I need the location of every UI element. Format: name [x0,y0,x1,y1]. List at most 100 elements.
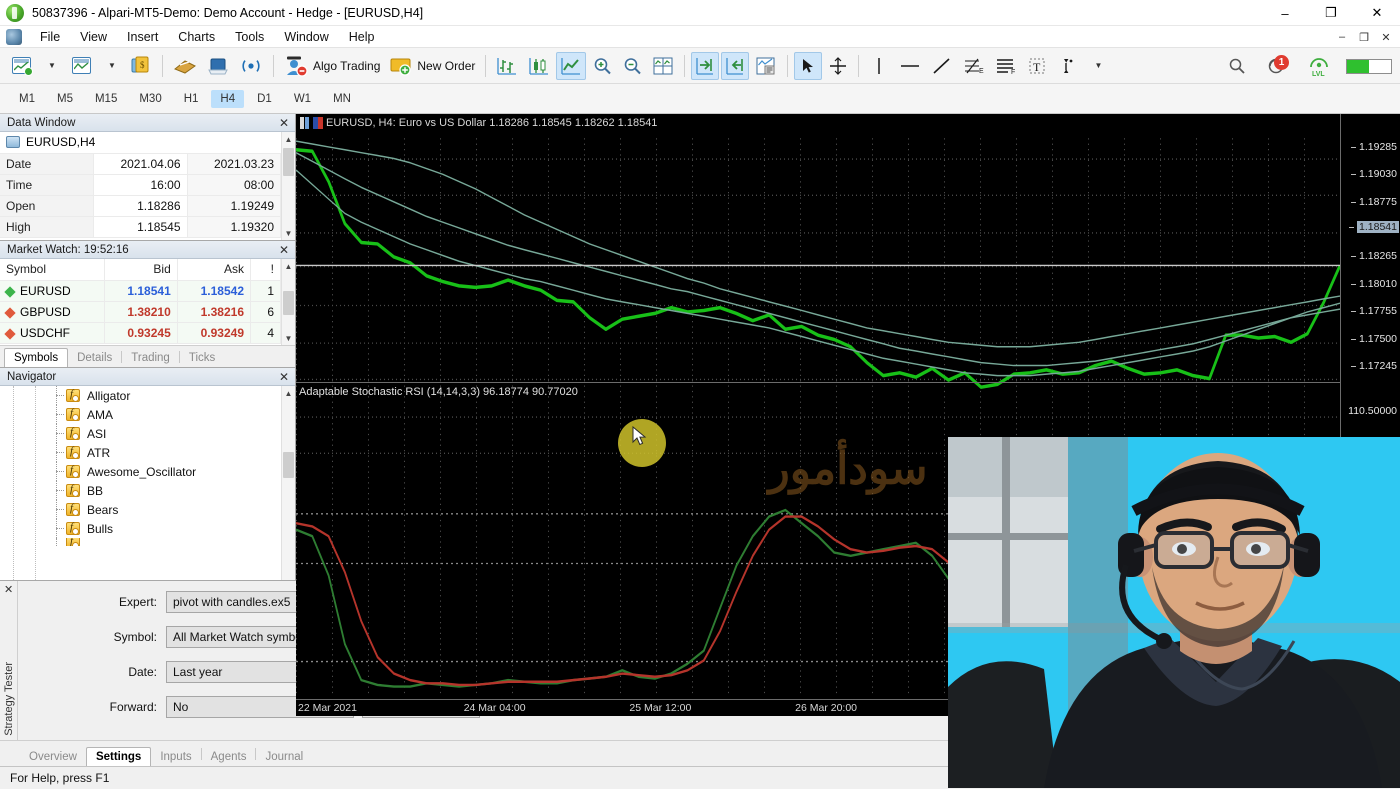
table-row[interactable]: GBPUSD 1.38210 1.38216 6 [0,301,281,323]
tile-windows-button[interactable] [648,52,678,80]
indicators-button[interactable] [751,52,781,80]
menu-item-charts[interactable]: Charts [168,28,225,46]
navigator-item-partial[interactable] [0,538,281,546]
scroll-down-icon[interactable]: ▼ [282,226,295,240]
market-button[interactable] [169,52,201,80]
vertical-line-button[interactable] [865,52,893,80]
scrollbar-thumb[interactable] [283,148,294,176]
cursor-button[interactable] [794,51,823,80]
navigator-item-awesome-oscillator[interactable]: Awesome_Oscillator [0,462,281,481]
timeframe-m1[interactable]: M1 [10,90,44,108]
table-row[interactable]: EURUSD 1.18541 1.18542 1 [0,280,281,302]
timeframe-m30[interactable]: M30 [130,90,170,108]
open-chart-button[interactable] [67,52,95,80]
profiles-button[interactable]: $ [127,52,156,80]
market-watch-scrollbar[interactable]: ▲ ▼ [281,259,295,345]
horizontal-line-button[interactable] [895,52,925,80]
alerts-button[interactable]: 1 [1263,52,1291,80]
objects-button[interactable] [1053,52,1081,80]
tab-details[interactable]: Details [68,349,121,367]
menu-item-tools[interactable]: Tools [225,28,274,46]
menu-item-view[interactable]: View [70,28,117,46]
line-chart-button[interactable] [556,51,587,80]
timeframe-h1[interactable]: H1 [175,90,208,108]
level-button[interactable]: LVL [1303,52,1335,80]
navigator-item-bears[interactable]: Bears [0,500,281,519]
navigator-item-atr[interactable]: ATR [0,443,281,462]
tab-inputs[interactable]: Inputs [151,748,200,766]
scroll-up-icon[interactable]: ▲ [282,386,295,400]
timeframe-h4[interactable]: H4 [211,89,245,108]
tab-journal[interactable]: Journal [256,748,312,766]
window-maximize-button[interactable]: ❐ [1308,0,1354,26]
scroll-end-button[interactable] [691,51,720,80]
navigator-item-bb[interactable]: BB [0,481,281,500]
mdi-close-button[interactable]: ✕ [1376,27,1396,47]
new-chart-button[interactable] [7,52,35,80]
tab-settings[interactable]: Settings [85,747,152,767]
tab-overview[interactable]: Overview [20,748,86,766]
objects-dropdown[interactable]: ▼ [1083,52,1111,80]
window-minimize-button[interactable]: – [1262,0,1308,26]
data-window-close-icon[interactable]: ✕ [279,115,289,131]
navigator-item-alligator[interactable]: Alligator [0,386,281,405]
navigator-close-icon[interactable]: ✕ [279,369,289,385]
crosshair-button[interactable] [824,52,852,80]
timeframe-m15[interactable]: M15 [86,90,126,108]
column-header-bid[interactable]: Bid [104,259,178,281]
window-close-button[interactable]: ✕ [1354,0,1400,26]
indicators-icon [756,57,775,74]
timeframe-m5[interactable]: M5 [48,90,82,108]
market-watch-close-icon[interactable]: ✕ [279,242,289,258]
menu-item-file[interactable]: File [30,28,70,46]
new-chart-dropdown[interactable]: ▼ [37,52,65,80]
navigator-item-bulls[interactable]: Bulls [0,519,281,538]
algo-trading-button[interactable]: Algo Trading [280,52,384,80]
timeframe-w1[interactable]: W1 [285,90,320,108]
navigator-item-asi[interactable]: ASI [0,424,281,443]
text-label-button[interactable]: T [1023,52,1051,80]
navigator-item-ama[interactable]: AMA [0,405,281,424]
zoom-out-button[interactable] [618,52,646,80]
scroll-up-icon[interactable]: ▲ [282,132,295,146]
signals-button[interactable] [203,52,233,80]
timeframe-d1[interactable]: D1 [248,90,281,108]
data-window-scrollbar[interactable]: ▲ ▼ [281,132,295,240]
scrollbar-thumb[interactable] [283,291,294,315]
candlestick-icon [529,57,549,75]
tab-symbols[interactable]: Symbols [4,348,69,368]
trendline-button[interactable] [927,52,957,80]
tab-ticks[interactable]: Ticks [180,349,224,367]
market-watch-spread: 4 [250,322,281,344]
column-header-symbol[interactable]: Symbol [0,259,105,281]
subwindow-divider[interactable] [296,382,1340,383]
equidistant-channel-button[interactable]: F [991,52,1021,80]
timeframe-mn[interactable]: MN [324,90,360,108]
menu-item-window[interactable]: Window [274,28,338,46]
menu-item-insert[interactable]: Insert [117,28,168,46]
toolbar-separator [273,54,274,77]
column-header-ask[interactable]: Ask [177,259,252,281]
column-header-spread[interactable]: ! [250,259,281,281]
scroll-down-icon[interactable]: ▼ [282,331,295,345]
fibonacci-button[interactable]: E [959,52,989,80]
open-chart-dropdown[interactable]: ▼ [97,52,125,80]
chart-shift-button[interactable] [721,51,750,80]
strategy-tester-close-icon[interactable]: ✕ [4,583,13,596]
mdi-minimize-button[interactable]: – [1332,27,1352,47]
tab-trading[interactable]: Trading [122,349,179,367]
zoom-in-button[interactable] [588,52,616,80]
menu-item-help[interactable]: Help [339,28,385,46]
table-row[interactable]: USDCHF 0.93245 0.93249 4 [0,322,281,344]
broadcast-button[interactable] [235,52,267,80]
bar-chart-button[interactable] [492,52,522,80]
tab-agents[interactable]: Agents [202,748,256,766]
scrollbar-thumb[interactable] [283,452,294,478]
scroll-up-icon[interactable]: ▲ [282,259,295,273]
new-order-button[interactable]: New Order [386,52,479,80]
candlestick-button[interactable] [524,52,554,80]
mdi-restore-button[interactable]: ❐ [1354,27,1374,47]
search-button[interactable] [1223,52,1251,80]
data-window-symbol-row[interactable]: EURUSD,H4 [0,132,281,154]
connection-status-bar[interactable] [1346,58,1392,74]
